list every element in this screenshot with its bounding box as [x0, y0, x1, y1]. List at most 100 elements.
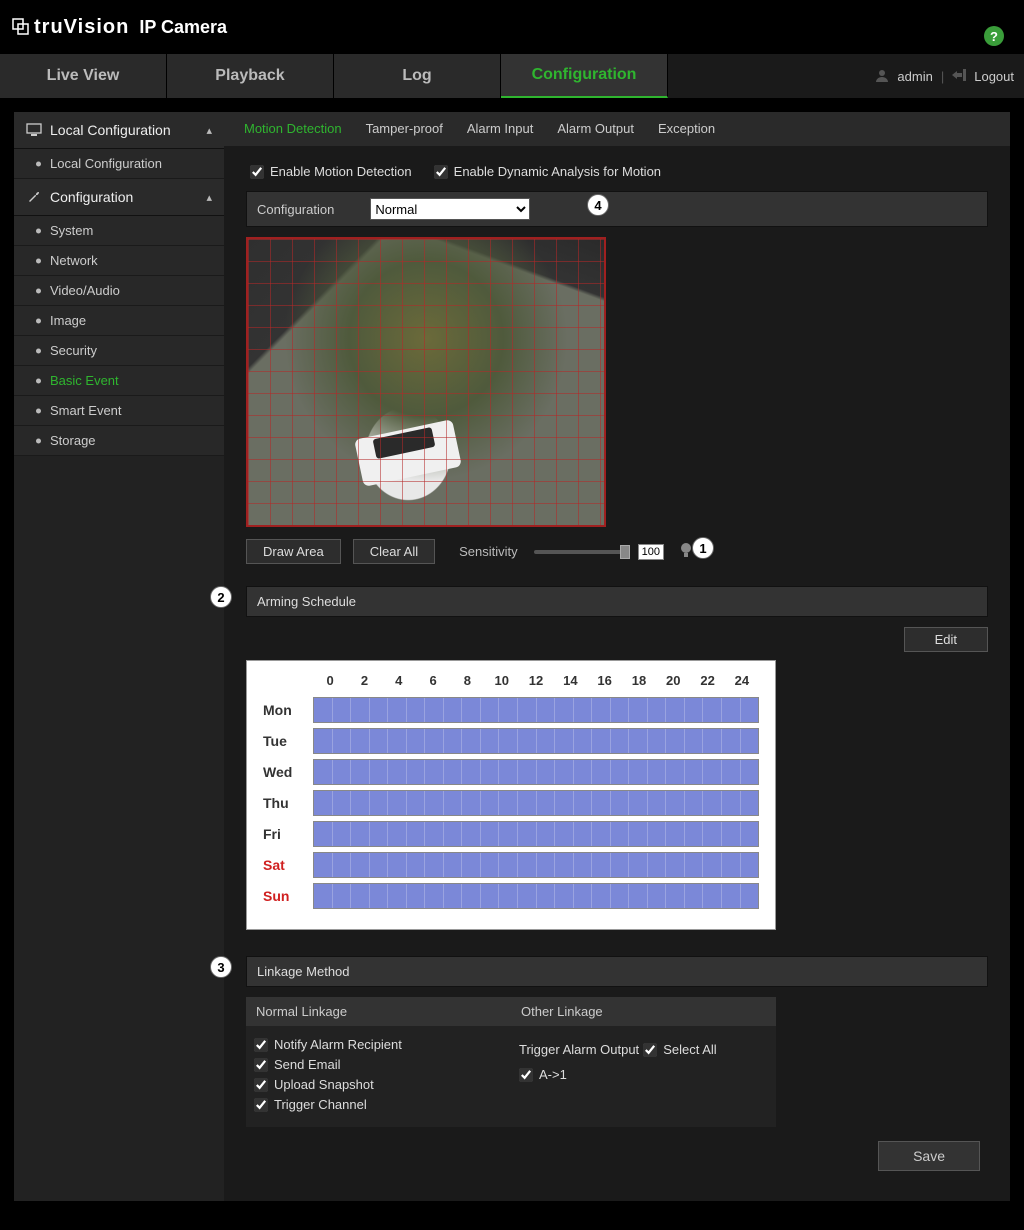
linkage-method-header: Linkage Method [246, 956, 988, 987]
app-header: truVision IP Camera ? [0, 0, 1024, 54]
linkage-normal-column: Notify Alarm Recipient Send Email Upload… [246, 1026, 511, 1127]
sensitivity-label: Sensitivity [459, 544, 518, 559]
config-subtabs: Motion Detection Tamper-proof Alarm Inpu… [224, 112, 1010, 146]
schedule-day-bar[interactable] [313, 821, 759, 847]
schedule-day-label: Wed [263, 764, 313, 780]
sidebar-item-storage[interactable]: Storage [14, 426, 224, 456]
main-panel: Motion Detection Tamper-proof Alarm Inpu… [224, 112, 1010, 1201]
schedule-day-bar[interactable] [313, 790, 759, 816]
enable-motion-check[interactable]: Enable Motion Detection [250, 164, 412, 179]
linkage-send-email[interactable]: Send Email [254, 1057, 503, 1072]
schedule-hours-row: 0 2 4 6 8 10 12 14 16 18 20 22 2 [313, 673, 759, 688]
linkage-table: Normal Linkage Other Linkage Notify Alar… [246, 997, 776, 1127]
nav-configuration[interactable]: Configuration [501, 54, 668, 98]
sidebar-group-local-label: Local Configuration [50, 122, 171, 138]
sensitivity-slider[interactable] [534, 550, 624, 554]
callout-3: 3 [210, 956, 232, 978]
logout-icon [952, 68, 966, 84]
schedule-day-label: Tue [263, 733, 313, 749]
arming-schedule-header: Arming Schedule [246, 586, 988, 617]
schedule-day-row: Fri [263, 818, 759, 849]
sidebar-item-video-audio[interactable]: Video/Audio [14, 276, 224, 306]
brand-name: truVision [34, 16, 129, 39]
sidebar-group-configuration[interactable]: Configuration ▴ [14, 179, 224, 216]
clear-all-button[interactable]: Clear All [353, 539, 435, 564]
nav-playback[interactable]: Playback [167, 54, 334, 98]
configuration-select[interactable]: Normal [370, 198, 530, 220]
save-button[interactable]: Save [878, 1141, 980, 1171]
slider-thumb[interactable] [620, 545, 630, 559]
linkage-trigger-channel[interactable]: Trigger Channel [254, 1097, 503, 1112]
schedule-day-label: Sun [263, 888, 313, 904]
sidebar-item-image[interactable]: Image [14, 306, 224, 336]
sidebar-item-security[interactable]: Security [14, 336, 224, 366]
linkage-notify-alarm[interactable]: Notify Alarm Recipient [254, 1037, 503, 1052]
linkage-other-header: Other Linkage [511, 997, 776, 1026]
schedule-day-row: Tue [263, 725, 759, 756]
trigger-alarm-output-label: Trigger Alarm Output [519, 1042, 639, 1057]
subtab-motion-detection[interactable]: Motion Detection [232, 112, 354, 146]
bulb-icon [680, 542, 692, 561]
schedule-day-row: Thu [263, 787, 759, 818]
schedule-day-bar[interactable] [313, 759, 759, 785]
help-icon[interactable]: ? [984, 26, 1004, 46]
linkage-normal-header: Normal Linkage [246, 997, 511, 1026]
nav-logout[interactable]: Logout [974, 69, 1014, 84]
sidebar-item-system[interactable]: System [14, 216, 224, 246]
schedule-day-label: Mon [263, 702, 313, 718]
subtab-exception[interactable]: Exception [646, 112, 727, 146]
monitor-icon [26, 122, 42, 138]
brand-product: IP Camera [139, 17, 227, 38]
sensitivity-value: 100 [638, 544, 664, 560]
schedule-day-bar[interactable] [313, 883, 759, 909]
chevron-up-icon: ▴ [206, 191, 212, 204]
schedule-days: Mon Tue Wed Thu Fri Sat Sun [263, 694, 759, 911]
callout-2: 2 [210, 586, 232, 608]
motion-area-preview[interactable] [246, 237, 606, 527]
nav-separator: | [941, 69, 944, 84]
sidebar-item-local-configuration[interactable]: Local Configuration [14, 149, 224, 179]
subtab-alarm-input[interactable]: Alarm Input [455, 112, 545, 146]
main-nav: Live View Playback Log Configuration adm… [0, 54, 1024, 98]
schedule-day-bar[interactable] [313, 728, 759, 754]
sidebar-item-smart-event[interactable]: Smart Event [14, 396, 224, 426]
linkage-output-a1[interactable]: A->1 [519, 1067, 768, 1082]
wrench-icon [26, 189, 42, 205]
draw-area-button[interactable]: Draw Area [246, 539, 341, 564]
sidebar-group-configuration-label: Configuration [50, 189, 133, 205]
sidebar-item-network[interactable]: Network [14, 246, 224, 276]
sidebar-group-local[interactable]: Local Configuration ▴ [14, 112, 224, 149]
schedule-day-label: Sat [263, 857, 313, 873]
linkage-other-column: Trigger Alarm Output Select All A->1 [511, 1026, 776, 1127]
configuration-bar: Configuration Normal 4 [246, 191, 988, 227]
callout-4: 4 [587, 194, 609, 216]
motion-grid-overlay [248, 239, 604, 525]
enable-motion-label: Enable Motion Detection [270, 164, 412, 179]
sidebar: Local Configuration ▴ Local Configuratio… [14, 112, 224, 1201]
enable-dynamic-label: Enable Dynamic Analysis for Motion [454, 164, 661, 179]
subtab-tamper-proof[interactable]: Tamper-proof [354, 112, 455, 146]
enable-dynamic-checkbox[interactable] [434, 165, 448, 179]
schedule-day-row: Wed [263, 756, 759, 787]
enable-dynamic-check[interactable]: Enable Dynamic Analysis for Motion [434, 164, 661, 179]
brand: truVision IP Camera [12, 16, 227, 39]
configuration-label: Configuration [257, 202, 334, 217]
sidebar-item-basic-event[interactable]: Basic Event [14, 366, 224, 396]
schedule-day-label: Fri [263, 826, 313, 842]
schedule-day-bar[interactable] [313, 852, 759, 878]
nav-log[interactable]: Log [334, 54, 501, 98]
nav-live-view[interactable]: Live View [0, 54, 167, 98]
chevron-up-icon: ▴ [206, 124, 212, 137]
schedule-day-row: Mon [263, 694, 759, 725]
brand-logo-icon [12, 18, 30, 36]
linkage-upload-snapshot[interactable]: Upload Snapshot [254, 1077, 503, 1092]
user-icon [875, 68, 889, 85]
schedule-day-label: Thu [263, 795, 313, 811]
enable-motion-checkbox[interactable] [250, 165, 264, 179]
linkage-select-all[interactable]: Select All [643, 1042, 716, 1057]
arming-schedule-grid: 0 2 4 6 8 10 12 14 16 18 20 22 2 [246, 660, 776, 930]
schedule-day-row: Sat [263, 849, 759, 880]
schedule-edit-button[interactable]: Edit [904, 627, 988, 652]
subtab-alarm-output[interactable]: Alarm Output [545, 112, 646, 146]
schedule-day-bar[interactable] [313, 697, 759, 723]
